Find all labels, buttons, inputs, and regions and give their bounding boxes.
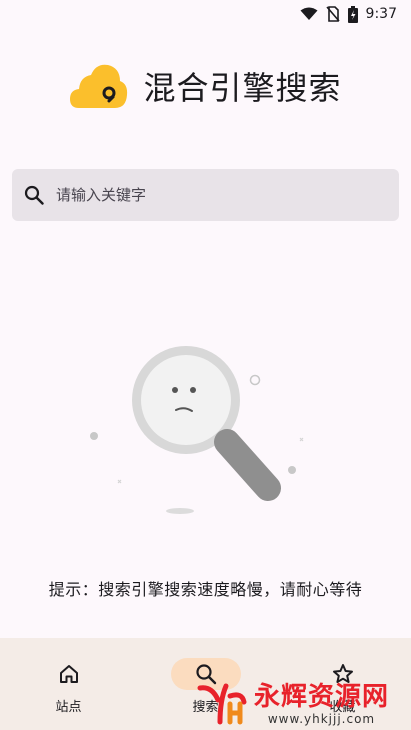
empty-search-illustration xyxy=(90,346,304,514)
wifi-icon xyxy=(300,7,318,20)
status-time: 9:37 xyxy=(365,6,397,22)
battery-icon xyxy=(347,5,358,23)
watermark-url: www.yhkjjj.com xyxy=(267,712,376,726)
search-bar[interactable] xyxy=(12,169,399,221)
app-header: 混合引擎搜索 xyxy=(0,62,411,110)
nav-label-sites: 站点 xyxy=(55,700,82,715)
nav-item-sites[interactable]: 站点 xyxy=(0,638,137,730)
home-icon xyxy=(59,665,78,683)
search-icon xyxy=(24,185,44,205)
watermark-text-block: 永辉资源网 www.yhkjjj.com xyxy=(254,682,389,726)
nav-icon-container xyxy=(34,658,104,690)
watermark-text: 永辉资源网 xyxy=(253,682,389,712)
search-input[interactable] xyxy=(54,185,378,205)
app-title: 混合引擎搜索 xyxy=(143,69,342,107)
watermark-logo xyxy=(197,683,247,725)
no-sim-icon xyxy=(325,6,340,22)
status-bar: 9:37 xyxy=(0,0,411,28)
watermark: 永辉资源网 www.yhkjjj.com xyxy=(196,682,389,726)
search-hint: 提示：搜索引擎搜索速度略慢，请耐心等待 xyxy=(48,580,363,599)
cloud-search-logo xyxy=(70,64,128,108)
